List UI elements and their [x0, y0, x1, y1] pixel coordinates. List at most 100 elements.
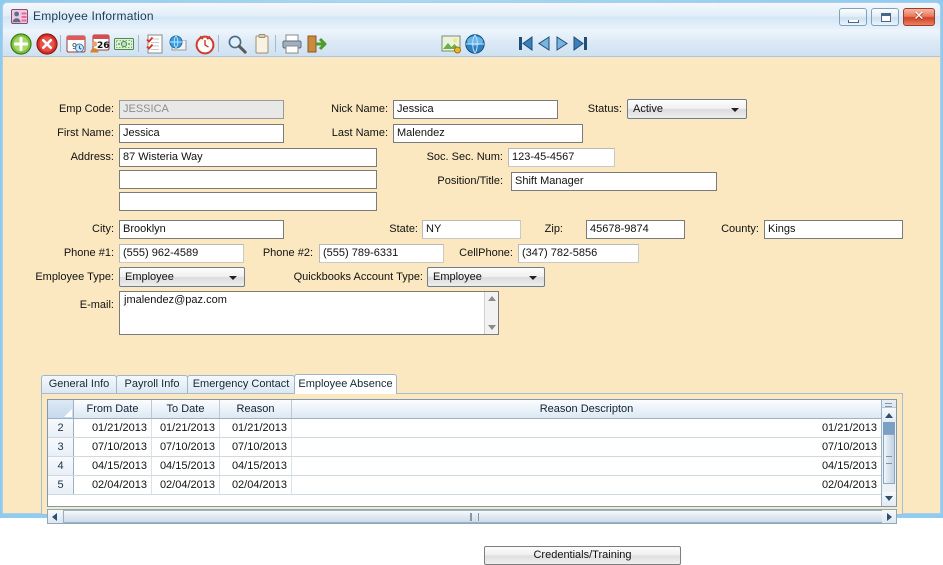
- employee-form: Emp Code: JESSICA Nick Name: Jessica Sta…: [3, 57, 940, 565]
- title-bar[interactable]: Employee Information ✕: [2, 2, 941, 30]
- table-row[interactable]: 3 07/10/2013 07/10/2013 07/10/2013 07/10…: [48, 438, 896, 457]
- status-select[interactable]: Active: [627, 99, 747, 119]
- cellphone-label: CellPhone:: [459, 247, 513, 259]
- cell-to-date[interactable]: 04/15/2013: [152, 457, 220, 475]
- absence-grid[interactable]: From Date To Date Reason Reason Descript…: [47, 399, 897, 507]
- money-icon[interactable]: [113, 33, 135, 55]
- search-icon[interactable]: [226, 33, 248, 55]
- nav-last-icon[interactable]: [573, 36, 587, 51]
- table-row[interactable]: 4 04/15/2013 04/15/2013 04/15/2013 04/15…: [48, 457, 896, 476]
- delete-icon[interactable]: [36, 33, 58, 55]
- cell-description[interactable]: 01/21/2013: [292, 419, 882, 437]
- tab-emergency-contact[interactable]: Emergency Contact: [187, 375, 295, 393]
- scroll-left-button[interactable]: [48, 510, 62, 523]
- hscrollbar-thumb[interactable]: [63, 510, 883, 523]
- qb-account-type-select[interactable]: Employee: [427, 267, 545, 287]
- exit-icon[interactable]: [305, 33, 327, 55]
- tab-general-info[interactable]: General Info: [41, 375, 117, 393]
- zip-field[interactable]: 45678-9874: [586, 220, 685, 239]
- chevron-down-icon: [529, 276, 537, 280]
- nav-prev-icon[interactable]: [537, 36, 551, 51]
- column-header-to-date[interactable]: To Date: [152, 400, 220, 418]
- row-number[interactable]: 5: [48, 476, 74, 494]
- cellphone-field[interactable]: (347) 782-5856: [518, 244, 639, 263]
- qb-account-type-value: Employee: [433, 271, 482, 283]
- status-value: Active: [633, 103, 663, 115]
- cell-to-date[interactable]: 07/10/2013: [152, 438, 220, 456]
- column-header-reason[interactable]: Reason: [220, 400, 292, 418]
- close-icon: ✕: [913, 9, 925, 24]
- scroll-right-button[interactable]: [882, 510, 896, 523]
- column-header-from-date[interactable]: From Date: [74, 400, 152, 418]
- row-number[interactable]: 2: [48, 419, 74, 437]
- scrollbar-track-upper[interactable]: [883, 422, 895, 434]
- scrollbar-thumb[interactable]: [883, 434, 895, 484]
- window-client-area: 9 26 Emp Code: JESSICA Nick Name: Jessic…: [2, 30, 941, 565]
- chevron-down-icon: [731, 108, 739, 112]
- employee-type-select[interactable]: Employee: [119, 267, 245, 287]
- chevron-down-icon: [229, 276, 237, 280]
- schedule-icon[interactable]: 9: [65, 33, 87, 55]
- ssn-field[interactable]: 123-45-4567: [508, 148, 615, 167]
- last-name-field[interactable]: Malendez: [393, 124, 583, 143]
- email-label: E-mail:: [79, 299, 114, 311]
- grid-select-all-corner[interactable]: [48, 400, 74, 418]
- cell-description[interactable]: 02/04/2013: [292, 476, 882, 494]
- credentials-training-button[interactable]: Credentials/Training: [484, 546, 681, 565]
- scroll-up-icon[interactable]: [488, 296, 496, 301]
- table-row[interactable]: 5 02/04/2013 02/04/2013 02/04/2013 02/04…: [48, 476, 896, 495]
- calendar-person-icon[interactable]: 26: [88, 33, 110, 55]
- tab-payroll-info[interactable]: Payroll Info: [116, 375, 188, 393]
- city-field[interactable]: Brooklyn: [119, 220, 284, 239]
- print-icon[interactable]: [281, 33, 303, 55]
- zip-label: Zip:: [544, 223, 563, 235]
- table-row[interactable]: 2 01/21/2013 01/21/2013 01/21/2013 01/21…: [48, 419, 896, 438]
- cell-reason[interactable]: 04/15/2013: [220, 457, 292, 475]
- cell-reason[interactable]: 02/04/2013: [220, 476, 292, 494]
- address-line3-field[interactable]: [119, 192, 377, 211]
- add-icon[interactable]: [10, 33, 32, 55]
- row-number[interactable]: 4: [48, 457, 74, 475]
- cell-to-date[interactable]: 02/04/2013: [152, 476, 220, 494]
- grid-vertical-scrollbar[interactable]: [881, 400, 896, 506]
- tab-employee-absence[interactable]: Employee Absence: [294, 374, 397, 394]
- position-field[interactable]: Shift Manager: [511, 172, 717, 191]
- tab-panel-employee-absence: From Date To Date Reason Reason Descript…: [41, 393, 903, 524]
- nick-name-label: Nick Name:: [331, 103, 388, 115]
- grid-horizontal-scrollbar[interactable]: [47, 509, 897, 524]
- minimize-button[interactable]: [839, 8, 867, 26]
- scroll-down-button[interactable]: [882, 492, 896, 506]
- phone2-label: Phone #2:: [262, 247, 313, 259]
- qb-account-type-label: Quickbooks Account Type:: [293, 271, 423, 283]
- cell-from-date[interactable]: 02/04/2013: [74, 476, 152, 494]
- nav-first-icon[interactable]: [519, 36, 533, 51]
- cell-to-date[interactable]: 01/21/2013: [152, 419, 220, 437]
- nav-next-icon[interactable]: [555, 36, 569, 51]
- toolbar: 9 26: [3, 30, 940, 57]
- checklist-icon[interactable]: [144, 33, 166, 55]
- clock-icon[interactable]: [194, 33, 216, 55]
- scroll-down-icon[interactable]: [488, 325, 496, 330]
- cell-description[interactable]: 04/15/2013: [292, 457, 882, 475]
- clipboard-icon[interactable]: [251, 33, 273, 55]
- email-scrollbar[interactable]: [484, 292, 498, 334]
- cell-reason[interactable]: 01/21/2013: [220, 419, 292, 437]
- globe-mail-icon[interactable]: [168, 33, 190, 55]
- picture-icon[interactable]: [440, 33, 462, 55]
- grid-header-row: From Date To Date Reason Reason Descript…: [48, 400, 896, 419]
- user-card-icon: [11, 9, 28, 24]
- cell-description[interactable]: 07/10/2013: [292, 438, 882, 456]
- email-field[interactable]: jmalendez@paz.com: [119, 291, 499, 335]
- row-number[interactable]: 3: [48, 438, 74, 456]
- cell-reason[interactable]: 07/10/2013: [220, 438, 292, 456]
- scroll-up-button[interactable]: [882, 408, 896, 422]
- cell-from-date[interactable]: 04/15/2013: [74, 457, 152, 475]
- employee-information-window: Employee Information ✕ 9 26 Emp Code: JE…: [0, 0, 943, 565]
- column-header-reason-description[interactable]: Reason Descripton: [292, 400, 882, 418]
- county-field[interactable]: Kings: [764, 220, 903, 239]
- cell-from-date[interactable]: 07/10/2013: [74, 438, 152, 456]
- maximize-button[interactable]: [871, 8, 899, 26]
- close-button[interactable]: ✕: [903, 8, 935, 26]
- cell-from-date[interactable]: 01/21/2013: [74, 419, 152, 437]
- web-icon[interactable]: [464, 33, 486, 55]
